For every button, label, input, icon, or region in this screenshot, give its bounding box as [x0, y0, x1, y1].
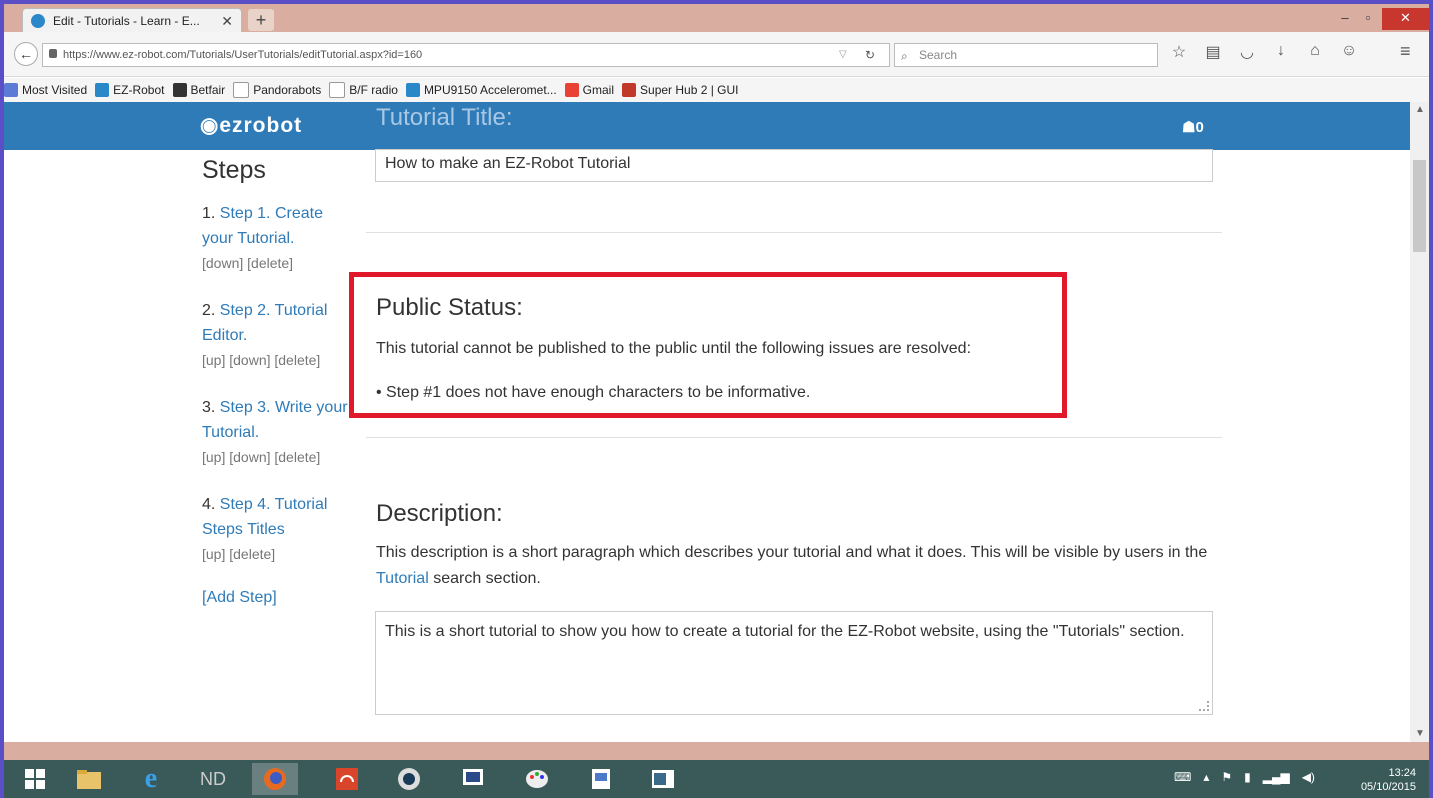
window-frame: [0, 0, 1433, 798]
